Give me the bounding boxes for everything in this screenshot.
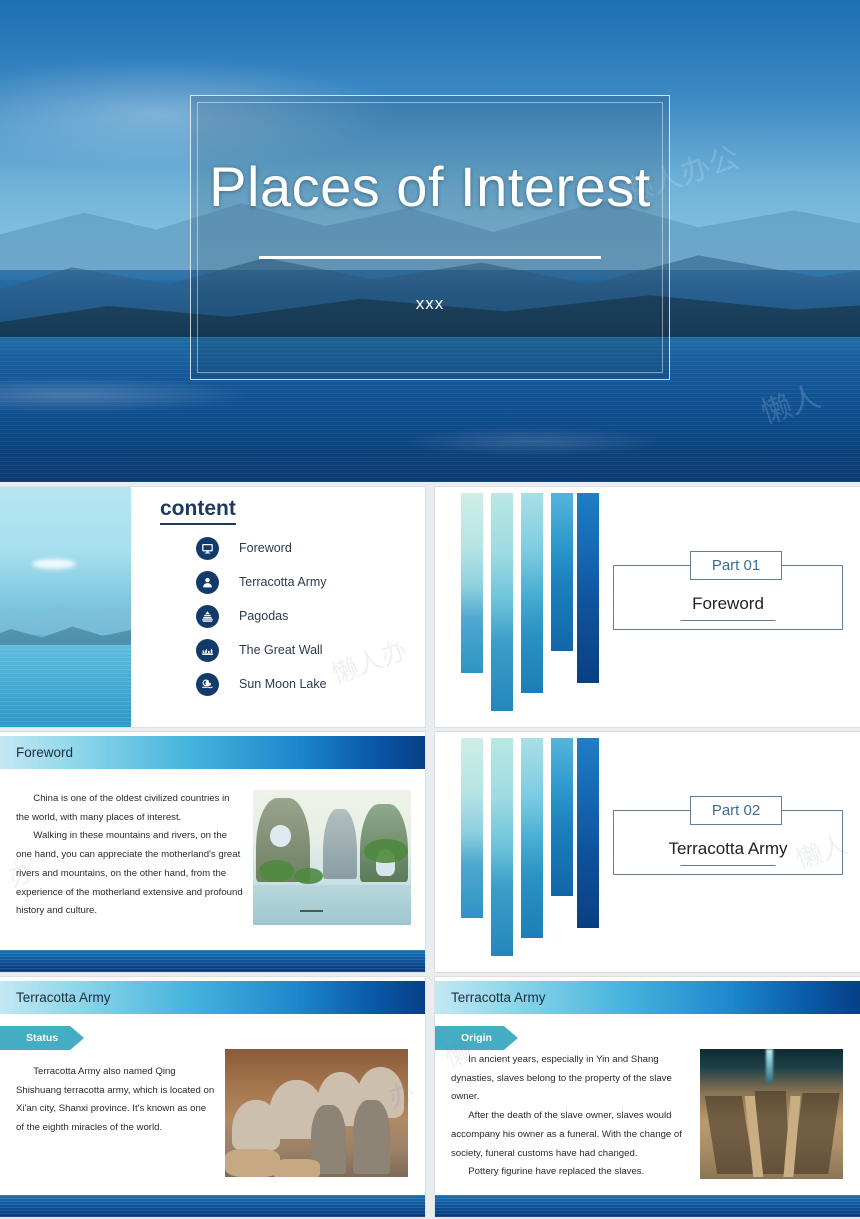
landscape-painting-image: [253, 790, 411, 925]
cloud-shape: [32, 559, 76, 569]
tree-cluster: [294, 868, 323, 885]
terracotta-origin-slide[interactable]: Terracotta Army Origin In ancient years,…: [435, 977, 860, 1217]
foreword-body-text: China is one of the oldest civilized cou…: [16, 790, 244, 921]
slide-header-bar: Terracotta Army: [0, 981, 425, 1014]
list-item[interactable]: Pagodas: [196, 599, 327, 633]
slide-header-title: Terracotta Army: [451, 990, 546, 1005]
foreword-slide[interactable]: Foreword China is one of the oldest civi…: [0, 732, 425, 972]
image-strip: [491, 493, 513, 711]
sun-moon-lake-icon: [196, 672, 219, 696]
paragraph: China is one of the oldest civilized cou…: [16, 793, 230, 823]
image-strip: [521, 493, 543, 693]
list-item-label: The Great Wall: [239, 643, 323, 657]
origin-body-text: In ancient years, especially in Yin and …: [451, 1051, 699, 1182]
status-badge: Status: [0, 1026, 84, 1050]
title-frame-inner: [197, 102, 663, 373]
light-beam: [765, 1049, 773, 1083]
image-strip-group: [447, 487, 617, 727]
content-slide[interactable]: content Foreword Terracotta Army Pagodas: [0, 487, 425, 727]
list-item-label: Terracotta Army: [239, 575, 327, 589]
list-item[interactable]: The Great Wall: [196, 633, 327, 667]
lake-reflection: [253, 884, 411, 925]
part-badge: Part 01: [690, 551, 782, 580]
section-title: Terracotta Army: [668, 839, 788, 858]
mountain-back: [0, 603, 131, 635]
presentation-title: Places of Interest: [209, 155, 651, 218]
section-frame: Part 02 Terracotta Army: [613, 796, 843, 875]
person-icon: [196, 570, 219, 594]
paragraph: Pottery figurine have replaced the slave…: [468, 1166, 645, 1178]
title-frame: Places of Interest xxx: [190, 95, 670, 380]
list-item[interactable]: Sun Moon Lake: [196, 667, 327, 701]
image-strip: [551, 493, 573, 651]
origin-badge: Origin: [435, 1026, 518, 1050]
presentation-subtitle: xxx: [415, 294, 445, 313]
section-underline: [680, 865, 776, 867]
list-item[interactable]: Foreword: [196, 531, 327, 565]
table-of-contents-list: Foreword Terracotta Army Pagodas The Gre…: [196, 531, 327, 701]
tree-cluster: [363, 838, 408, 863]
rock: [272, 1159, 321, 1177]
karst-hole: [270, 825, 291, 847]
image-strip: [461, 738, 483, 918]
slide-header-bar: Terracotta Army: [435, 981, 860, 1014]
side-photo-lake: [0, 487, 131, 727]
slide-header-title: Terracotta Army: [16, 990, 111, 1005]
list-item-label: Pagodas: [239, 609, 289, 623]
slide-deck: 懒人办公 懒人 Places of Interest xxx content F…: [0, 0, 860, 1219]
list-item[interactable]: Terracotta Army: [196, 565, 327, 599]
paragraph: Walking in these mountains and rivers, o…: [16, 830, 243, 917]
slide-header-title: Foreword: [16, 745, 74, 760]
terracotta-status-slide[interactable]: Terracotta Army Status Terracotta Army a…: [0, 977, 425, 1217]
paragraph: After the death of the slave owner, slav…: [451, 1110, 682, 1159]
image-strip: [491, 738, 513, 956]
rock: [225, 1148, 280, 1177]
karst-peak: [322, 808, 358, 880]
list-item-label: Sun Moon Lake: [239, 677, 327, 691]
paragraph: In ancient years, especially in Yin and …: [451, 1054, 672, 1103]
title-divider-rule: [259, 256, 601, 259]
image-strip: [461, 493, 483, 673]
content-heading: content: [160, 497, 236, 525]
great-wall-icon: [196, 638, 219, 662]
slide-footer-band: [0, 1195, 425, 1217]
section-divider-slide-part01[interactable]: Part 01 Foreword: [435, 487, 860, 727]
warrior-figure: [353, 1100, 390, 1175]
pagoda-icon: [196, 604, 219, 628]
section-frame: Part 01 Foreword: [613, 551, 843, 630]
image-strip: [521, 738, 543, 938]
title-slide[interactable]: 懒人办公 懒人 Places of Interest xxx: [0, 0, 860, 482]
slide-footer-band: [435, 1195, 860, 1217]
paragraph: Terracotta Army also named Qing Shishuan…: [16, 1066, 215, 1134]
boat: [300, 909, 323, 912]
section-title: Foreword: [692, 594, 764, 613]
section-underline: [680, 620, 776, 622]
slide-header-bar: Foreword: [0, 736, 425, 769]
monitor-icon: [196, 536, 219, 560]
watermark: 懒人办: [327, 634, 412, 690]
part-badge: Part 02: [690, 796, 782, 825]
water-area: [0, 645, 131, 727]
status-body-text: Terracotta Army also named Qing Shishuan…: [16, 1063, 216, 1138]
terracotta-warriors-image: [225, 1049, 408, 1177]
image-strip: [551, 738, 573, 896]
image-strip: [577, 738, 599, 928]
terracotta-pit-image: [700, 1049, 843, 1179]
list-item-label: Foreword: [239, 541, 292, 555]
image-strip: [577, 493, 599, 683]
tree-cluster: [259, 860, 295, 882]
slide-footer-band: [0, 950, 425, 972]
section-divider-slide-part02[interactable]: Part 02 Terracotta Army 懒人: [435, 732, 860, 972]
image-strip-group: [447, 732, 617, 972]
